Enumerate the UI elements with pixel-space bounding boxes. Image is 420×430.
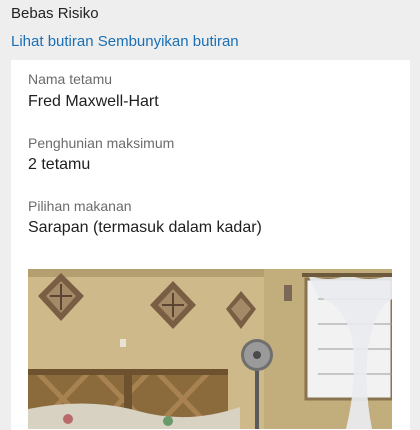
details-links: Lihat butiran Sembunyikan butiran [11, 33, 239, 50]
risk-free-label: Bebas Risiko [11, 5, 99, 22]
room-details-card: Nama tetamu Fred Maxwell-Hart Penghunian… [11, 60, 410, 430]
hide-details-link[interactable]: Sembunyikan butiran [98, 33, 239, 50]
guest-name-label: Nama tetamu [28, 71, 113, 87]
max-occupancy-label: Penghunian maksimum [28, 135, 175, 151]
guest-name-value: Fred Maxwell-Hart [28, 93, 159, 110]
meal-option-value: Sarapan (termasuk dalam kadar) [28, 219, 262, 236]
show-details-link[interactable]: Lihat butiran [11, 33, 94, 50]
meal-option-label: Pilihan makanan [28, 198, 132, 214]
max-occupancy-value: 2 tetamu [28, 156, 91, 173]
room-photo[interactable] [28, 269, 392, 429]
